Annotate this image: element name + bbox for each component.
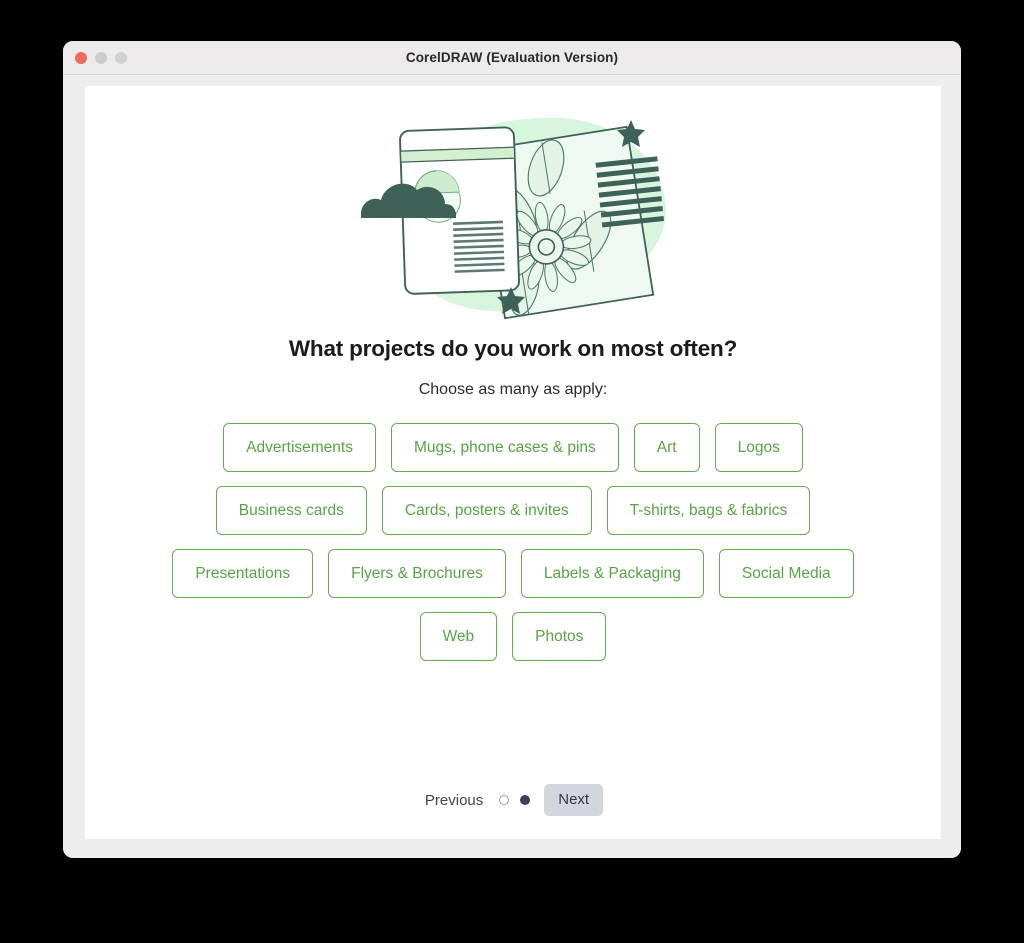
option-cards-posters-invites[interactable]: Cards, posters & invites bbox=[381, 486, 592, 535]
option-row: Advertisements Mugs, phone cases & pins … bbox=[85, 423, 941, 472]
wizard-navigation: Previous Next bbox=[85, 784, 941, 816]
option-row: Web Photos bbox=[85, 612, 941, 661]
page-dot-2[interactable] bbox=[520, 795, 531, 805]
window-controls bbox=[75, 41, 127, 74]
page-indicator bbox=[499, 795, 531, 805]
page-title: What projects do you work on most often? bbox=[288, 336, 738, 361]
application-window: CorelDRAW (Evaluation Version) What proj… bbox=[63, 41, 961, 858]
previous-button[interactable]: Previous bbox=[423, 788, 485, 813]
option-advertisements[interactable]: Advertisements bbox=[223, 423, 376, 472]
option-web[interactable]: Web bbox=[419, 612, 498, 661]
maximize-window-button[interactable] bbox=[115, 51, 127, 64]
option-row: Presentations Flyers & Brochures Labels … bbox=[85, 549, 941, 598]
onboarding-panel: What projects do you work on most often?… bbox=[85, 86, 941, 839]
onboarding-illustration bbox=[343, 104, 683, 324]
page-subtitle: Choose as many as apply: bbox=[418, 381, 608, 398]
option-presentations[interactable]: Presentations bbox=[172, 549, 314, 598]
window-title: CorelDRAW (Evaluation Version) bbox=[405, 50, 619, 65]
option-tshirts-bags-fabrics[interactable]: T-shirts, bags & fabrics bbox=[606, 486, 811, 535]
option-flyers-brochures[interactable]: Flyers & Brochures bbox=[328, 549, 506, 598]
option-labels-packaging[interactable]: Labels & Packaging bbox=[520, 549, 704, 598]
minimize-window-button[interactable] bbox=[95, 51, 107, 64]
next-button[interactable]: Next bbox=[544, 784, 604, 816]
close-window-button[interactable] bbox=[75, 51, 87, 64]
page-dot-1[interactable] bbox=[499, 795, 510, 805]
option-row: Business cards Cards, posters & invites … bbox=[85, 486, 941, 535]
option-art[interactable]: Art bbox=[633, 423, 700, 472]
project-options: Advertisements Mugs, phone cases & pins … bbox=[85, 423, 941, 675]
option-social-media[interactable]: Social Media bbox=[718, 549, 854, 598]
option-logos[interactable]: Logos bbox=[714, 423, 803, 472]
option-photos[interactable]: Photos bbox=[512, 612, 607, 661]
option-business-cards[interactable]: Business cards bbox=[215, 486, 367, 535]
window-body: What projects do you work on most often?… bbox=[63, 75, 961, 858]
window-titlebar: CorelDRAW (Evaluation Version) bbox=[63, 41, 961, 75]
screen: CorelDRAW (Evaluation Version) What proj… bbox=[0, 0, 1024, 943]
option-mugs-phone-cases-pins[interactable]: Mugs, phone cases & pins bbox=[390, 423, 619, 472]
